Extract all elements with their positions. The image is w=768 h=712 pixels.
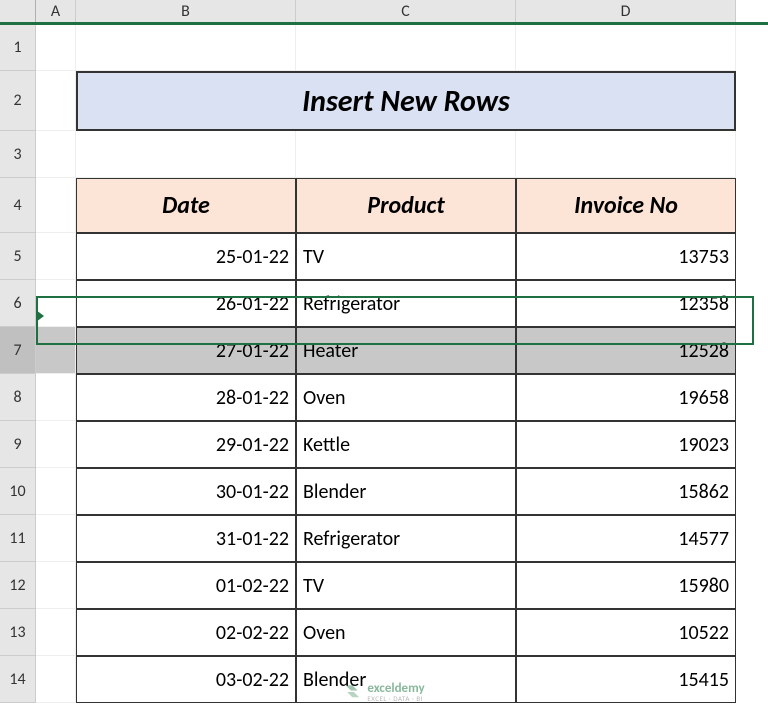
row-header-14[interactable]: 14 — [0, 656, 36, 703]
watermark-tagline: EXCEL · DATA · BI — [367, 695, 424, 702]
cell-a9[interactable] — [36, 421, 76, 468]
cell-invoice-13[interactable]: 10522 — [516, 609, 736, 656]
col-header-b[interactable]: B — [76, 0, 296, 24]
cell-product-13[interactable]: Oven — [296, 609, 516, 656]
cell-date-11[interactable]: 31-01-22 — [76, 515, 296, 562]
cell-b3[interactable] — [76, 131, 296, 178]
row-header-10[interactable]: 10 — [0, 468, 36, 515]
col-header-a[interactable]: A — [36, 0, 76, 24]
cell-invoice-10[interactable]: 15862 — [516, 468, 736, 515]
cell-a11[interactable] — [36, 515, 76, 562]
cell-product-6[interactable]: Refrigerator — [296, 280, 516, 327]
col-header-c[interactable]: C — [296, 0, 516, 24]
cell-a1[interactable] — [36, 24, 76, 71]
cell-product-10[interactable]: Blender — [296, 468, 516, 515]
row-header-5[interactable]: 5 — [0, 233, 36, 280]
cell-date-5[interactable]: 25-01-22 — [76, 233, 296, 280]
cell-c3[interactable] — [296, 131, 516, 178]
cell-product-11[interactable]: Refrigerator — [296, 515, 516, 562]
watermark-logo-icon — [343, 683, 361, 701]
cell-invoice-8[interactable]: 19658 — [516, 374, 736, 421]
cell-date-6[interactable]: 26-01-22 — [76, 280, 296, 327]
cell-a14[interactable] — [36, 656, 76, 703]
row-header-9[interactable]: 9 — [0, 421, 36, 468]
row-header-6[interactable]: 6 — [0, 280, 36, 327]
cell-b1[interactable] — [76, 24, 296, 71]
cell-product-9[interactable]: Kettle — [296, 421, 516, 468]
header-product[interactable]: Product — [296, 178, 516, 233]
cell-a3[interactable] — [36, 131, 76, 178]
header-invoice[interactable]: Invoice No — [516, 178, 736, 233]
cell-invoice-9[interactable]: 19023 — [516, 421, 736, 468]
cell-a2[interactable] — [36, 71, 76, 131]
cell-invoice-11[interactable]: 14577 — [516, 515, 736, 562]
row-header-4[interactable]: 4 — [0, 178, 36, 233]
cell-date-12[interactable]: 01-02-22 — [76, 562, 296, 609]
cell-invoice-5[interactable]: 13753 — [516, 233, 736, 280]
cell-a10[interactable] — [36, 468, 76, 515]
cell-date-8[interactable]: 28-01-22 — [76, 374, 296, 421]
cell-date-10[interactable]: 30-01-22 — [76, 468, 296, 515]
col-header-d[interactable]: D — [516, 0, 736, 24]
cell-d3[interactable] — [516, 131, 736, 178]
cell-a4[interactable] — [36, 178, 76, 233]
cell-a5[interactable] — [36, 233, 76, 280]
cell-product-8[interactable]: Oven — [296, 374, 516, 421]
select-all-corner[interactable] — [0, 0, 36, 24]
cell-a8[interactable] — [36, 374, 76, 421]
row-header-3[interactable]: 3 — [0, 131, 36, 178]
cell-date-9[interactable]: 29-01-22 — [76, 421, 296, 468]
cell-a13[interactable] — [36, 609, 76, 656]
cell-product-7[interactable]: Heater — [296, 327, 516, 374]
row-selection-triangle-icon — [36, 310, 44, 322]
row-header-8[interactable]: 8 — [0, 374, 36, 421]
cell-invoice-6[interactable]: 12358 — [516, 280, 736, 327]
cell-date-14[interactable]: 03-02-22 — [76, 656, 296, 703]
cell-d1[interactable] — [516, 24, 736, 71]
row-header-13[interactable]: 13 — [0, 609, 36, 656]
cell-a12[interactable] — [36, 562, 76, 609]
row-header-2[interactable]: 2 — [0, 71, 36, 131]
cell-invoice-14[interactable]: 15415 — [516, 656, 736, 703]
cell-date-7[interactable]: 27-01-22 — [76, 327, 296, 374]
column-selection-border — [0, 22, 768, 25]
title-cell[interactable]: Insert New Rows — [76, 71, 736, 131]
spreadsheet-grid: A B C D 1 2 Insert New Rows 3 4 Date Pro… — [0, 0, 768, 703]
row-header-11[interactable]: 11 — [0, 515, 36, 562]
cell-date-13[interactable]: 02-02-22 — [76, 609, 296, 656]
cell-product-5[interactable]: TV — [296, 233, 516, 280]
header-date[interactable]: Date — [76, 178, 296, 233]
cell-a7[interactable] — [36, 327, 76, 374]
row-header-1[interactable]: 1 — [0, 24, 36, 71]
cell-invoice-12[interactable]: 15980 — [516, 562, 736, 609]
row-header-12[interactable]: 12 — [0, 562, 36, 609]
cell-c1[interactable] — [296, 24, 516, 71]
cell-product-12[interactable]: TV — [296, 562, 516, 609]
cell-invoice-7[interactable]: 12528 — [516, 327, 736, 374]
watermark: exceldemy EXCEL · DATA · BI — [343, 682, 424, 702]
row-header-7[interactable]: 7 — [0, 327, 36, 374]
